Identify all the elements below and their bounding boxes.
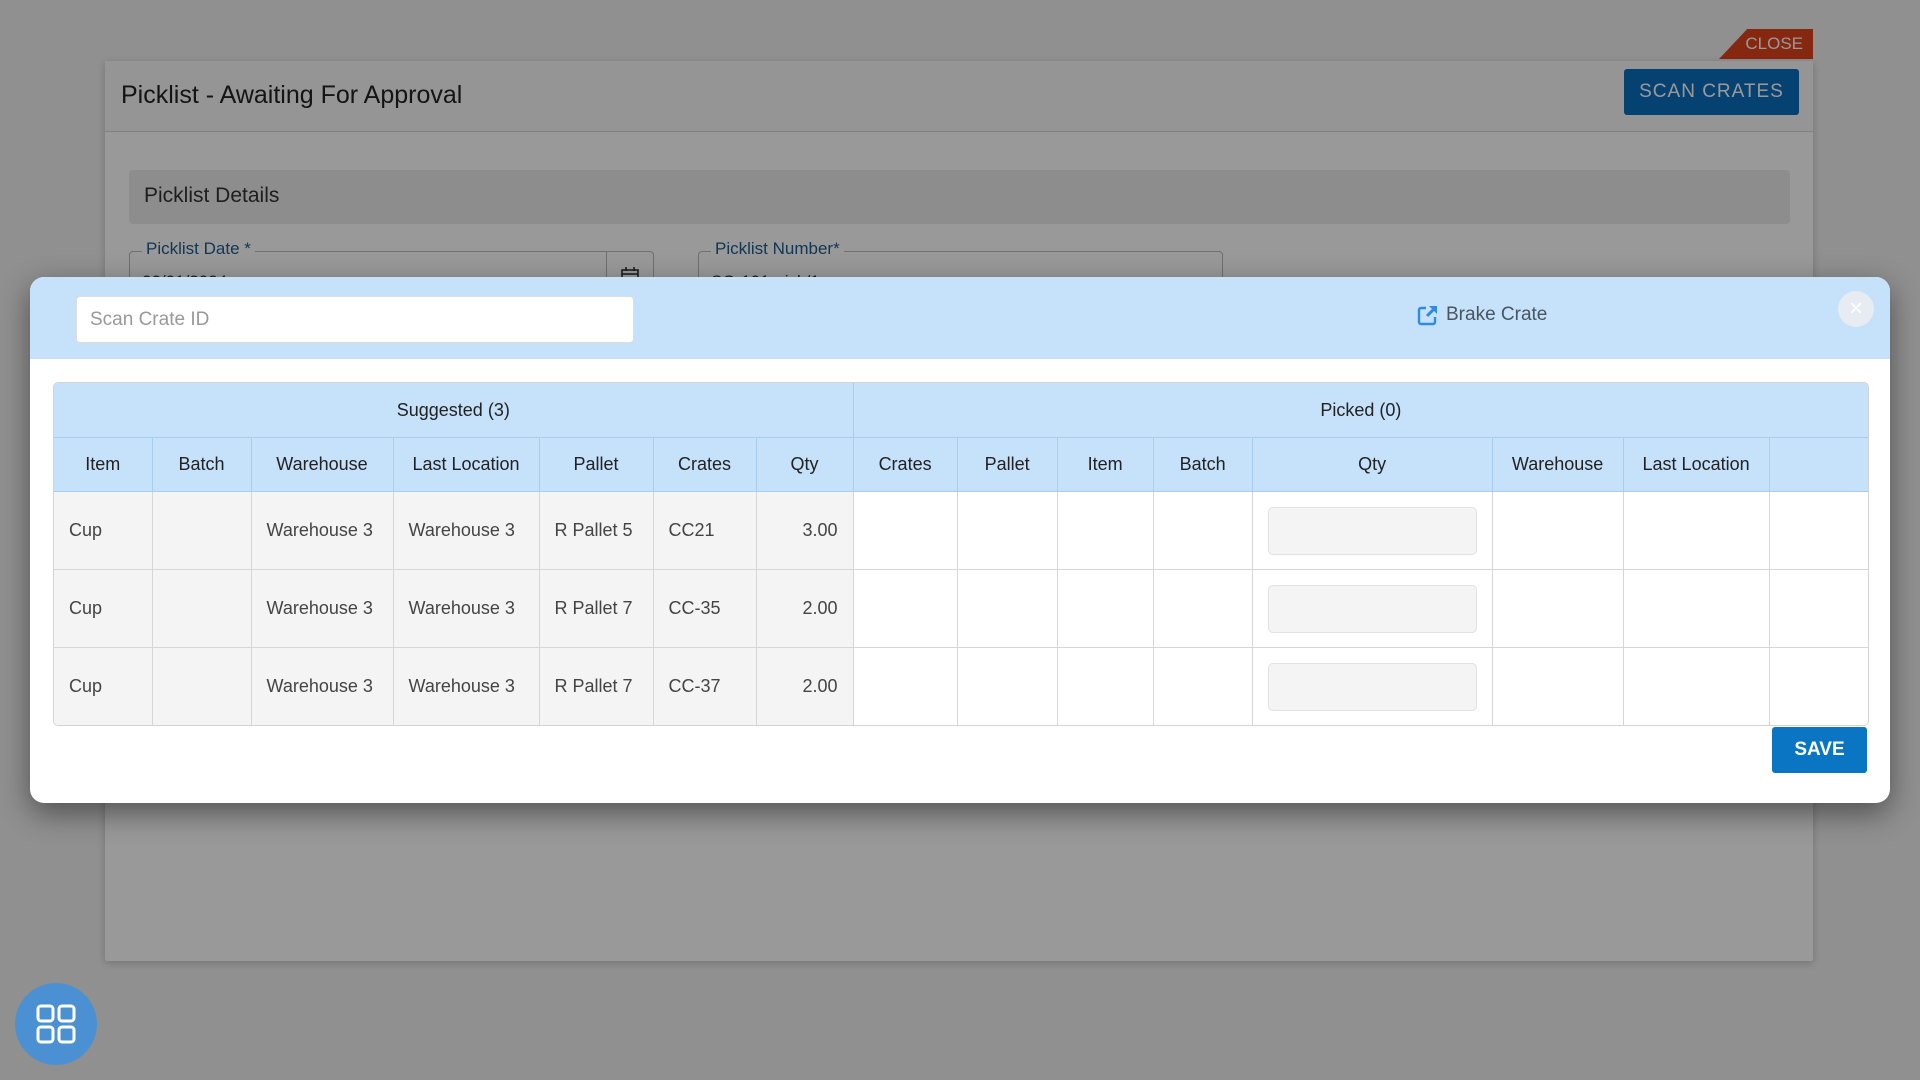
table-row: Cup Warehouse 3 Warehouse 3R Pallet 7 CC-37… [54,647,1868,726]
cell-picked-crates [853,491,958,570]
picked-col-warehouse: Warehouse [1492,437,1624,492]
cell-qty: 3.00 [756,491,854,570]
cell-warehouse: Warehouse 3 [251,647,394,725]
cell-pallet: R Pallet 5 [539,491,654,570]
save-button[interactable]: SAVE [1772,727,1867,773]
cell-picked-qty [1252,491,1493,570]
cell-picked-pallet [957,569,1058,648]
suggested-col-item: Item [54,437,153,492]
picked-col-crates: Crates [853,437,958,492]
table-row: Cup Warehouse 3 Warehouse 3R Pallet 7 CC-35… [54,569,1868,648]
cell-batch [152,491,252,570]
picked-col-last-location: Last Location [1623,437,1770,492]
suggested-col-pallet: Pallet [539,437,654,492]
picked-col-pallet: Pallet [957,437,1058,492]
close-icon: × [1848,295,1863,322]
cell-picked-item [1057,647,1154,725]
cell-warehouse: Warehouse 3 [251,491,394,570]
cell-warehouse: Warehouse 3 [251,569,394,648]
cell-picked-warehouse [1492,491,1624,570]
cell-item: Cup [54,491,153,570]
suggested-col-batch: Batch [152,437,252,492]
cell-picked-batch [1153,647,1253,725]
picked-col-qty: Qty [1252,437,1493,492]
cell-picked-actions [1769,648,1868,726]
cell-last-location: Warehouse 3 [393,569,540,648]
crates-table: Suggested (3) Picked (0) Item Batch Wareho… [53,382,1869,726]
cell-last-location: Warehouse 3 [393,647,540,725]
cell-pallet: R Pallet 7 [539,647,654,725]
cell-picked-batch [1153,569,1253,648]
cell-picked-qty [1252,647,1493,725]
external-link-icon [1417,306,1437,326]
cell-crates: CC-37 [653,647,757,725]
cell-picked-warehouse [1492,569,1624,648]
cell-picked-item [1057,569,1154,648]
cell-item: Cup [54,647,153,725]
cell-pallet: R Pallet 7 [539,569,654,648]
table-row: Cup Warehouse 3 Warehouse 3R Pallet 5 CC21 3… [54,491,1868,570]
cell-item: Cup [54,569,153,648]
cell-picked-pallet [957,647,1058,725]
cell-picked-crates [853,647,958,725]
cell-picked-batch [1153,491,1253,570]
cell-picked-actions [1769,491,1868,570]
cell-qty: 2.00 [756,569,854,648]
picked-qty-input[interactable] [1267,662,1477,711]
cell-picked-actions [1769,569,1868,648]
cell-picked-crates [853,569,958,648]
picked-group-header: Picked (0) [853,383,1868,438]
cell-last-location: Warehouse 3 [393,491,540,570]
brake-crate-label: Brake Crate [1446,304,1548,325]
scan-crates-modal: Brake Crate × Suggested (3) Picked (0) I… [30,277,1890,803]
picked-qty-input[interactable] [1267,584,1477,633]
modal-header: Brake Crate × [30,277,1890,359]
cell-picked-pallet [957,491,1058,570]
suggested-col-crates: Crates [653,437,757,492]
cell-qty: 2.00 [756,647,854,725]
table-body: Cup Warehouse 3 Warehouse 3R Pallet 5 CC21 3… [54,491,1868,726]
cell-picked-item [1057,491,1154,570]
picked-col-actions [1769,437,1868,492]
suggested-group-header: Suggested (3) [54,383,854,438]
cell-crates: CC21 [653,491,757,570]
cell-picked-last-location [1623,569,1770,648]
cell-crates: CC-35 [653,569,757,648]
close-modal-button[interactable]: × [1838,291,1874,327]
scan-crate-id-input[interactable] [76,296,634,343]
cell-picked-warehouse [1492,647,1624,725]
cell-batch [152,647,252,725]
brake-crate-link[interactable]: Brake Crate [1416,303,1547,327]
cell-picked-last-location [1623,491,1770,570]
app-launcher-button[interactable] [15,983,97,1065]
cell-picked-qty [1252,569,1493,648]
suggested-col-warehouse: Warehouse [251,437,394,492]
cell-batch [152,569,252,648]
column-header-row: Item Batch Warehouse Last Location Pallet Cra… [54,437,1868,492]
suggested-col-qty: Qty [756,437,854,492]
picked-col-item: Item [1057,437,1154,492]
picked-col-batch: Batch [1153,437,1253,492]
suggested-col-last-location: Last Location [393,437,540,492]
cell-picked-last-location [1623,647,1770,725]
picked-qty-input[interactable] [1267,506,1477,555]
grid-icon [36,1004,76,1044]
